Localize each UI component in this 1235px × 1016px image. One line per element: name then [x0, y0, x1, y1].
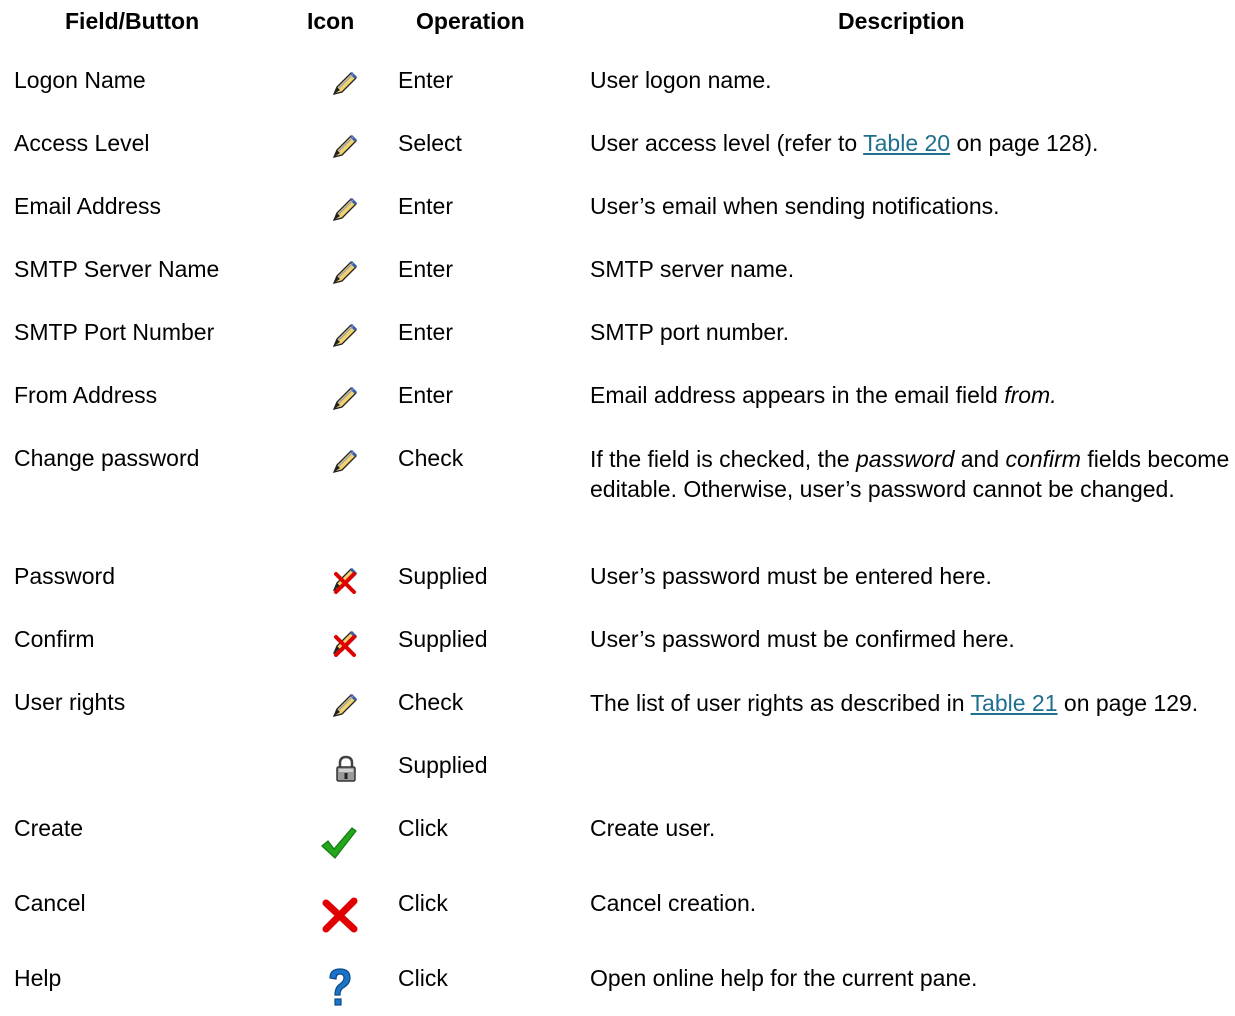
- operation-label: Enter: [398, 256, 453, 282]
- field-label: Create: [14, 815, 84, 841]
- description-text: Open online help for the current pane.: [590, 965, 978, 991]
- field-label: Help: [14, 965, 62, 991]
- description-text: User’s password must be entered here.: [590, 563, 992, 589]
- pencil-icon: [330, 320, 364, 352]
- table-20-link[interactable]: Table 20: [863, 130, 950, 156]
- table-row: User rights Check The list of user right…: [0, 688, 1235, 798]
- operation-label: Enter: [398, 382, 453, 408]
- description-text: User’s email when sending notifications.: [590, 193, 1000, 219]
- question-mark-icon: [322, 966, 356, 1012]
- field-label: Access Level: [14, 130, 150, 156]
- table-row: Help Click Open online help for the curr…: [0, 964, 1235, 1014]
- table-row: From Address Enter Email address appears…: [0, 381, 1235, 441]
- description-text: SMTP server name.: [590, 256, 795, 282]
- operation-label: Click: [398, 815, 448, 841]
- table-row: Access Level Select User access level (r…: [0, 129, 1235, 189]
- field-label: SMTP Server Name: [14, 256, 220, 282]
- header-description: Description: [838, 8, 965, 34]
- field-label: Confirm: [14, 626, 95, 652]
- description-text: If the field is checked, the password an…: [590, 446, 1230, 502]
- operation-label: Supplied: [398, 563, 488, 589]
- table-row: Logon Name Enter User logon name.: [0, 66, 1235, 126]
- table-row: Confirm Supplied User’s password must be…: [0, 625, 1235, 685]
- table-row: Cancel Click Cancel creation.: [0, 889, 1235, 949]
- header-operation: Operation: [416, 8, 525, 34]
- description-text: Cancel creation.: [590, 890, 757, 916]
- description-text: Email address appears in the email field…: [590, 382, 1057, 408]
- table-row: Email Address Enter User’s email when se…: [0, 192, 1235, 252]
- pencil-icon: [330, 68, 364, 100]
- pencil-icon: [330, 383, 364, 415]
- pencil-crossed-icon: [330, 627, 364, 659]
- pencil-icon: [330, 257, 364, 289]
- header-field-button: Field/Button: [65, 8, 200, 34]
- table-21-link[interactable]: Table 21: [971, 690, 1058, 716]
- operation-label: Supplied: [398, 626, 488, 652]
- pencil-icon: [330, 194, 364, 226]
- field-label: User rights: [14, 689, 126, 715]
- pencil-icon: [330, 690, 364, 722]
- description-text: User logon name.: [590, 67, 772, 93]
- table-row: SMTP Port Number Enter SMTP port number.: [0, 318, 1235, 378]
- field-label: Password: [14, 563, 115, 589]
- description-text: User access level (refer to Table 20 on …: [590, 130, 1099, 156]
- operation-label: Enter: [398, 67, 453, 93]
- description-text: SMTP port number.: [590, 319, 789, 345]
- description-text: User’s password must be confirmed here.: [590, 626, 1015, 652]
- operation-label: Click: [398, 965, 448, 991]
- operation-label: Check: [398, 689, 464, 715]
- table-row: Password Supplied User’s password must b…: [0, 562, 1235, 622]
- field-label: Email Address: [14, 193, 162, 219]
- field-label: SMTP Port Number: [14, 319, 215, 345]
- table-row: Create Click Create user.: [0, 814, 1235, 874]
- operation-label: Select: [398, 130, 462, 156]
- header-icon: Icon: [307, 8, 355, 34]
- description-text: Create user.: [590, 815, 716, 841]
- red-x-icon: [320, 895, 358, 933]
- pencil-crossed-icon: [330, 564, 364, 596]
- operation-label: Enter: [398, 193, 453, 219]
- operation-label: Supplied: [398, 752, 488, 778]
- field-label: Change password: [14, 445, 200, 471]
- table-row: SMTP Server Name Enter SMTP server name.: [0, 255, 1235, 315]
- operation-label: Enter: [398, 319, 453, 345]
- operation-label: Click: [398, 890, 448, 916]
- pencil-icon: [330, 131, 364, 163]
- operation-label: Check: [398, 445, 464, 471]
- description-text: The list of user rights as described in …: [590, 690, 1199, 716]
- field-label: Cancel: [14, 890, 86, 916]
- padlock-icon: [330, 754, 364, 786]
- pencil-icon: [330, 446, 364, 478]
- field-label: Logon Name: [14, 67, 146, 93]
- table-row: Change password Check If the field is ch…: [0, 444, 1235, 544]
- field-label: From Address: [14, 382, 158, 408]
- checkmark-icon: [318, 822, 357, 859]
